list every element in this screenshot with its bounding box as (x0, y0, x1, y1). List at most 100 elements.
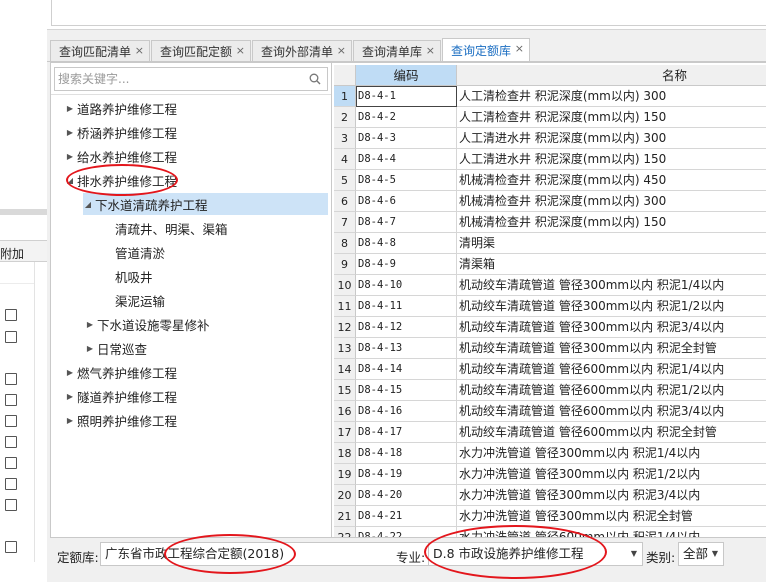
quota-name-cell[interactable]: 机动绞车清疏管道 管径600mm以内 积泥3/4以内 (457, 401, 766, 422)
quota-code-cell[interactable]: D8-4-1 (356, 86, 457, 107)
tree-item[interactable]: ▶ 燃气养护维修工程 (65, 361, 177, 383)
quota-name-cell[interactable]: 清渠箱 (457, 254, 766, 275)
quota-code-cell[interactable]: D8-4-2 (356, 107, 457, 128)
tree-item[interactable]: ▶ 照明养护维修工程 (65, 409, 177, 431)
quota-code-cell[interactable]: D8-4-16 (356, 401, 457, 422)
close-icon[interactable]: × (236, 44, 245, 57)
tree-item[interactable]: ▶ 给水养护维修工程 (65, 145, 177, 167)
chevron-down-icon[interactable]: ▼ (631, 543, 637, 565)
quota-name-cell[interactable]: 人工清检查井 积泥深度(mm以内) 150 (457, 107, 766, 128)
quota-code-cell[interactable]: D8-4-10 (356, 275, 457, 296)
table-row[interactable]: 9 D8-4-9 清渠箱 (334, 254, 766, 275)
chevron-down-icon[interactable]: ▼ (712, 543, 718, 565)
tree-item[interactable]: 清疏井、明渠、渠箱 (115, 217, 228, 239)
table-row[interactable]: 22D8-4-22水力冲洗管道 管径600mm以内 积泥1/4以内 (334, 527, 766, 537)
chevron-right-icon[interactable]: ▶ (65, 392, 75, 401)
table-row[interactable]: 2 D8-4-2 人工清检查井 积泥深度(mm以内) 150 (334, 107, 766, 128)
quota-name-cell[interactable]: 人工清进水井 积泥深度(mm以内) 300 (457, 128, 766, 149)
tree-item[interactable]: ▶ 下水道设施零星修补 (85, 313, 210, 335)
table-row[interactable]: 1 D8-4-1 人工清检查井 积泥深度(mm以内) 300 (334, 86, 766, 107)
quota-code-cell[interactable]: D8-4-18 (356, 443, 457, 464)
quota-code-cell[interactable]: D8-4-19 (356, 464, 457, 485)
column-header-code[interactable]: 编码 (356, 65, 457, 86)
table-row[interactable]: 8 D8-4-8 清明渠 (334, 233, 766, 254)
table-row[interactable]: 13 D8-4-13 机动绞车清疏管道 管径300mm以内 积泥全封管 (334, 338, 766, 359)
quota-code-cell[interactable]: D8-4-21 (356, 506, 457, 527)
quota-code-cell[interactable]: D8-4-8 (356, 233, 457, 254)
quota-name-cell[interactable]: 水力冲洗管道 管径600mm以内 积泥1/4以内 (457, 527, 766, 537)
quota-name-cell[interactable]: 水力冲洗管道 管径300mm以内 积泥1/2以内 (457, 464, 766, 485)
quota-code-cell[interactable]: D8-4-4 (356, 149, 457, 170)
row-checkbox[interactable] (5, 457, 17, 469)
quota-code-cell[interactable]: D8-4-3 (356, 128, 457, 149)
tab-query-quota-library[interactable]: 查询定额库 × (442, 38, 530, 62)
chevron-right-icon[interactable]: ▶ (65, 152, 75, 161)
quota-name-cell[interactable]: 清明渠 (457, 233, 766, 254)
table-row[interactable]: 16 D8-4-16 机动绞车清疏管道 管径600mm以内 积泥3/4以内 (334, 401, 766, 422)
quota-name-cell[interactable]: 机械清检查井 积泥深度(mm以内) 150 (457, 212, 766, 233)
tree-item[interactable]: ▶ 道路养护维修工程 (65, 97, 177, 119)
row-checkbox[interactable] (5, 499, 17, 511)
quota-name-cell[interactable]: 机动绞车清疏管道 管径300mm以内 积泥1/2以内 (457, 296, 766, 317)
major-select[interactable]: D.8 市政设施养护维修工程 ▼ (428, 542, 643, 566)
category-select[interactable]: 全部 ▼ (678, 542, 724, 566)
table-row[interactable]: 3 D8-4-3 人工清进水井 积泥深度(mm以内) 300 (334, 128, 766, 149)
quota-code-cell[interactable]: D8-4-5 (356, 170, 457, 191)
chevron-down-icon[interactable]: ◢ (65, 176, 75, 185)
quota-code-cell[interactable]: D8-4-20 (356, 485, 457, 506)
quota-code-cell[interactable]: D8-4-12 (356, 317, 457, 338)
close-icon[interactable]: × (426, 44, 435, 57)
column-header-name[interactable]: 名称 (457, 65, 766, 86)
row-checkbox[interactable] (5, 415, 17, 427)
close-icon[interactable]: × (135, 44, 144, 57)
tree-item[interactable]: 管道清淤 (115, 241, 165, 263)
row-checkbox[interactable] (5, 478, 17, 490)
table-row[interactable]: 6 D8-4-6 机械清检查井 积泥深度(mm以内) 300 (334, 191, 766, 212)
quota-name-cell[interactable]: 机动绞车清疏管道 管径300mm以内 积泥全封管 (457, 338, 766, 359)
close-icon[interactable]: × (515, 42, 524, 55)
table-row[interactable]: 18 D8-4-18 水力冲洗管道 管径300mm以内 积泥1/4以内 (334, 443, 766, 464)
quota-name-cell[interactable]: 人工清检查井 积泥深度(mm以内) 300 (457, 86, 766, 107)
quota-code-cell[interactable]: D8-4-11 (356, 296, 457, 317)
quota-name-cell[interactable]: 水力冲洗管道 管径300mm以内 积泥全封管 (457, 506, 766, 527)
close-icon[interactable]: × (337, 44, 346, 57)
tree-item[interactable]: 机吸井 (115, 265, 153, 287)
quota-name-cell[interactable]: 机械清检查井 积泥深度(mm以内) 450 (457, 170, 766, 191)
chevron-right-icon[interactable]: ▶ (85, 320, 95, 329)
quota-name-cell[interactable]: 水力冲洗管道 管径300mm以内 积泥3/4以内 (457, 485, 766, 506)
tab-query-matched-quota[interactable]: 查询匹配定额 × (151, 40, 251, 62)
row-checkbox[interactable] (5, 373, 17, 385)
quota-name-cell[interactable]: 人工清进水井 积泥深度(mm以内) 150 (457, 149, 766, 170)
tree-item[interactable]: 渠泥运输 (115, 289, 165, 311)
tab-query-matched-list[interactable]: 查询匹配清单 × (50, 40, 150, 62)
chevron-right-icon[interactable]: ▶ (65, 368, 75, 377)
row-checkbox[interactable] (5, 436, 17, 448)
chevron-right-icon[interactable]: ▶ (85, 344, 95, 353)
quota-code-cell[interactable]: D8-4-17 (356, 422, 457, 443)
table-row[interactable]: 12 D8-4-12 机动绞车清疏管道 管径300mm以内 积泥3/4以内 (334, 317, 766, 338)
search-input[interactable] (58, 70, 298, 88)
tree-item[interactable]: ▶ 桥涵养护维修工程 (65, 121, 177, 143)
quota-name-cell[interactable]: 机动绞车清疏管道 管径600mm以内 积泥全封管 (457, 422, 766, 443)
tree-item[interactable]: ▶ 隧道养护维修工程 (65, 385, 177, 407)
quota-name-cell[interactable]: 机动绞车清疏管道 管径300mm以内 积泥3/4以内 (457, 317, 766, 338)
table-row[interactable]: 15 D8-4-15 机动绞车清疏管道 管径600mm以内 积泥1/2以内 (334, 380, 766, 401)
search-icon[interactable] (309, 73, 321, 85)
tab-query-external-list[interactable]: 查询外部清单 × (252, 40, 352, 62)
quota-name-cell[interactable]: 水力冲洗管道 管径300mm以内 积泥1/4以内 (457, 443, 766, 464)
quota-code-cell[interactable]: D8-4-22 (356, 527, 457, 537)
tree-item-drainage[interactable]: ◢ 排水养护维修工程 (65, 169, 177, 191)
quota-library-select[interactable]: 广东省市政工程综合定额(2018) ▼ (100, 542, 443, 566)
quota-name-cell[interactable]: 机动绞车清疏管道 管径600mm以内 积泥1/4以内 (457, 359, 766, 380)
quota-name-cell[interactable]: 机动绞车清疏管道 管径600mm以内 积泥1/2以内 (457, 380, 766, 401)
tree-item[interactable]: ▶ 日常巡查 (85, 337, 147, 359)
chevron-right-icon[interactable]: ▶ (65, 104, 75, 113)
chevron-right-icon[interactable]: ▶ (65, 416, 75, 425)
quota-code-cell[interactable]: D8-4-6 (356, 191, 457, 212)
tree-item-sewer-dredging[interactable]: ◢ 下水道清疏养护工程 (83, 193, 328, 215)
quota-name-cell[interactable]: 机械清检查井 积泥深度(mm以内) 300 (457, 191, 766, 212)
row-checkbox[interactable] (5, 309, 17, 321)
table-row[interactable]: 20 D8-4-20 水力冲洗管道 管径300mm以内 积泥3/4以内 (334, 485, 766, 506)
table-row[interactable]: 10 D8-4-10 机动绞车清疏管道 管径300mm以内 积泥1/4以内 (334, 275, 766, 296)
tab-query-list-library[interactable]: 查询清单库 × (353, 40, 441, 62)
